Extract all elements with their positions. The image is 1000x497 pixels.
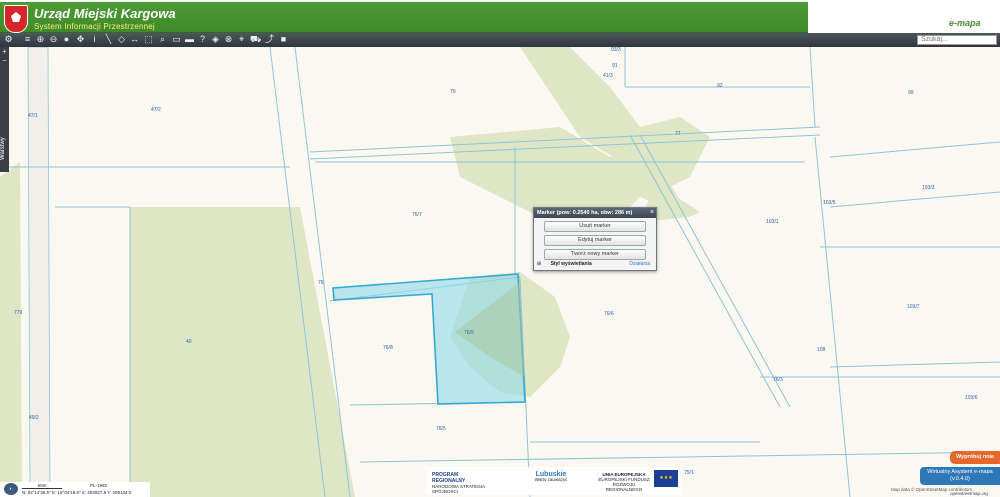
parcel-label: 47/2 — [151, 107, 161, 113]
print-icon[interactable]: ▭ — [171, 34, 182, 45]
zoom-plus-icon[interactable]: + — [0, 47, 9, 56]
try-button[interactable]: Wypróbuj nnie — [950, 451, 1000, 464]
parcel-label: 79 — [450, 89, 456, 95]
expand-icon[interactable]: ⊞ — [537, 261, 541, 267]
parcel-label: 76/6 — [604, 311, 614, 317]
forest-area — [0, 162, 22, 497]
zoom-region-icon[interactable]: ⊗ — [223, 34, 234, 45]
popup-title: Marker (pow: 0.2540 ha, obw: 286 m) — [534, 208, 656, 218]
search-parcel-icon[interactable]: ⌕ — [157, 34, 168, 45]
app-header: Urząd Miejski Kargowa System Informacji … — [0, 0, 1000, 33]
measure-area-icon[interactable]: ◇ — [116, 34, 127, 45]
projection-label: PL-1992 — [90, 483, 108, 488]
app-subtitle: System Informacji Przestrzennej — [34, 22, 155, 31]
scale-bar: 50m — [22, 483, 62, 489]
parcel-label: 103/3 — [922, 185, 935, 191]
coordinates-readout: N: 52°14'26.5" E: 16°04'18.6" X: 403927.… — [22, 490, 132, 495]
parcel-label: 779 — [14, 310, 23, 316]
parcel-label: 92 — [717, 83, 723, 89]
eu-logo-text: UNIA EUROPEJSKA EUROPEJSKI FUNDUSZ ROZWO… — [598, 472, 650, 492]
lubuskie-logo: Lubuskie Warto zauważyć — [534, 471, 568, 482]
parcel-label: 103/1 — [766, 219, 779, 225]
search-input[interactable] — [917, 35, 997, 45]
parcel-label: 49/2 — [29, 415, 39, 421]
parcel-label: 77 — [675, 131, 681, 137]
colors-icon[interactable]: ■ — [278, 34, 289, 45]
info-icon[interactable]: i — [89, 34, 100, 45]
share-icon[interactable]: ⤴ — [264, 34, 275, 45]
zoom-in-icon[interactable]: ⊕ — [35, 34, 46, 45]
measure-distance-icon[interactable]: ↔ — [129, 34, 140, 45]
layers-panel-tab[interactable]: Warstwy — [0, 128, 9, 170]
vehicle-icon[interactable]: ▬ — [184, 34, 195, 45]
help-icon[interactable]: ? — [197, 34, 208, 45]
popup-footer: ⊞ Styl wyświetlania Działania — [537, 260, 653, 268]
bookmark-icon[interactable]: ◈ — [210, 34, 221, 45]
parcel-label: 76/5 — [436, 426, 446, 432]
delete-marker-button[interactable]: Usuń marker — [544, 221, 646, 232]
map-canvas[interactable] — [0, 47, 1000, 497]
pan-icon[interactable]: ✥ — [75, 34, 86, 45]
map-view[interactable] — [0, 47, 1000, 497]
osm-icon[interactable]: ◐ — [4, 483, 18, 495]
settings-icon[interactable]: ⚙ — [3, 34, 14, 45]
measure-line-icon[interactable]: ╲ — [103, 34, 114, 45]
virtual-assistant-button[interactable]: Wirtualny Asystent e-mapa (v.0.4.0) — [920, 467, 1000, 485]
parcel-label: 103/7 — [907, 304, 920, 310]
app-title: Urząd Miejski Kargowa — [34, 6, 176, 21]
parcel-label: 91 — [612, 63, 618, 69]
parcel-label: 47/1 — [28, 113, 38, 119]
layers-icon[interactable]: ≡ — [22, 34, 33, 45]
parcel-label: 76/7 — [412, 212, 422, 218]
marker-icon[interactable]: ⌖ — [236, 34, 247, 45]
parcel-label: 93/3 — [611, 47, 621, 53]
zoom-minus-icon[interactable]: − — [0, 56, 9, 65]
parcel-label: 103/5 — [823, 200, 836, 206]
actions-link[interactable]: Działania — [629, 260, 650, 268]
full-extent-icon[interactable]: ● — [61, 34, 72, 45]
parcel-label: 99 — [908, 90, 914, 96]
edit-marker-button[interactable]: Edytuj marker — [544, 235, 646, 246]
display-style-label[interactable]: Styl wyświetlania — [551, 261, 592, 267]
coordinates-bar: ◐ 50m PL-1992 N: 52°14'26.5" E: 16°04'18… — [0, 482, 150, 497]
forest-area — [130, 207, 355, 497]
coat-of-arms-icon — [4, 5, 28, 33]
close-icon[interactable]: × — [650, 208, 654, 218]
zoom-out-icon[interactable]: ⊖ — [48, 34, 59, 45]
marker-popup: Marker (pow: 0.2540 ha, obw: 286 m) × Us… — [533, 207, 657, 271]
map-toolbar: ⚙ ≡ ⊕ ⊖ ● ✥ i ╲ ◇ ↔ ⬚ ⌕ ▭ ▬ ? ◈ ⊗ ⌖ ⛟ ⤴ … — [0, 33, 1000, 47]
osm-link[interactable]: openstreetmap.org — [950, 491, 988, 496]
parcel-label: 108 — [817, 347, 826, 353]
parcel-label: 103/6 — [965, 395, 978, 401]
header-banner: Urząd Miejski Kargowa System Informacji … — [0, 2, 808, 33]
parcel-label: 41/3 — [603, 73, 613, 79]
cart-icon[interactable]: ⛟ — [250, 34, 261, 45]
parcel-label: 75/1 — [684, 470, 694, 476]
parcel-label: 40 — [186, 339, 192, 345]
eu-funding-logos: PROGRAM REGIONALNY NARODOWA STRATEGIA SP… — [426, 467, 682, 495]
eu-flag-icon: ★★★ — [654, 470, 678, 487]
parcel-label: 76/9 — [464, 330, 474, 336]
program-regionalny-logo: PROGRAM REGIONALNY NARODOWA STRATEGIA SP… — [432, 472, 485, 495]
e-mapa-logo: e-mapa — [949, 18, 981, 28]
new-marker-button[interactable]: Twórz nowy marker — [544, 249, 646, 260]
parcel-label: 76 — [318, 280, 324, 286]
parcel-label: 76/3 — [773, 377, 783, 383]
select-icon[interactable]: ⬚ — [143, 34, 154, 45]
parcel-label: 76/8 — [383, 345, 393, 351]
